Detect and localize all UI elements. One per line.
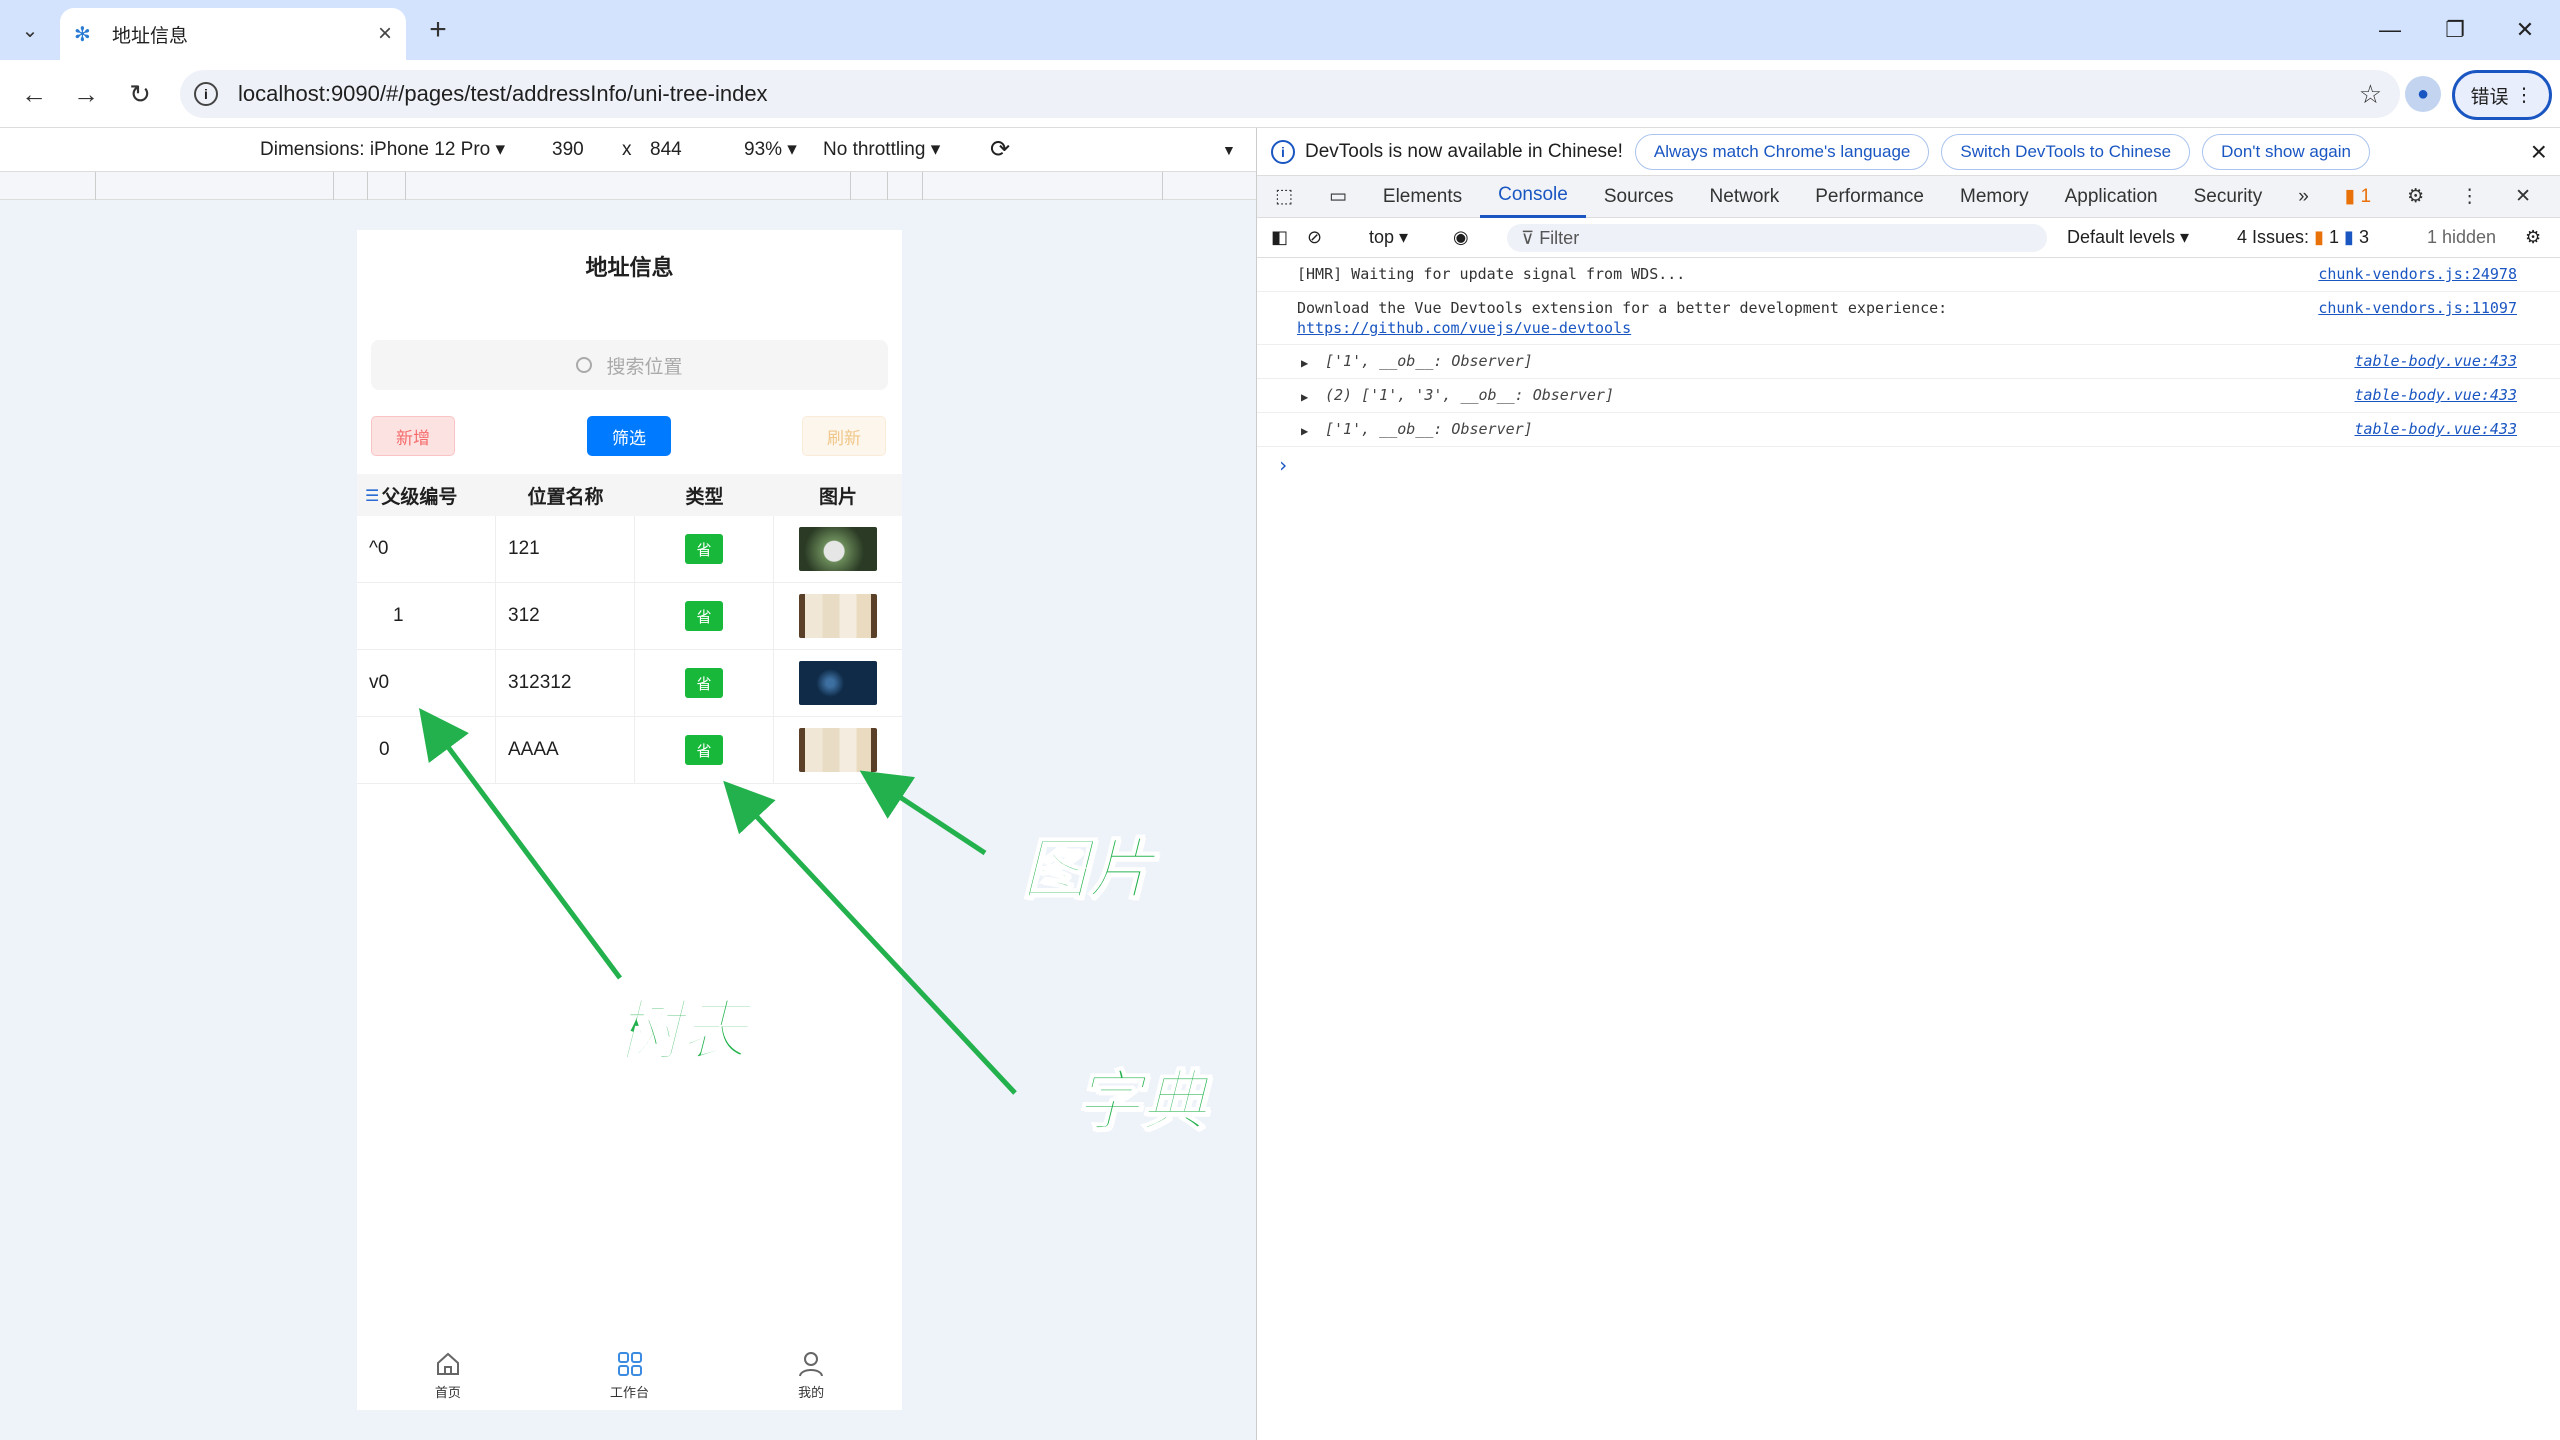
- tab-elements[interactable]: Elements: [1365, 176, 1480, 218]
- sidebar-toggle-icon[interactable]: ◧: [1271, 227, 1288, 248]
- console-prompt[interactable]: ›: [1257, 447, 2560, 477]
- issues-badge[interactable]: ▮ 1: [2327, 176, 2389, 218]
- devtools-panel: i DevTools is now available in Chinese! …: [1256, 128, 2560, 1440]
- arrow-dictionary: [723, 780, 1017, 1095]
- eye-icon[interactable]: ◉: [1453, 227, 1469, 248]
- reload-button[interactable]: ↻: [122, 76, 158, 112]
- settings-icon[interactable]: ⚙: [2389, 176, 2442, 218]
- arrow-image: [859, 770, 987, 856]
- device-toggle-icon[interactable]: ▭: [1311, 176, 1365, 218]
- expand-triangle-icon[interactable]: ▶: [1301, 421, 1308, 441]
- tab-security[interactable]: Security: [2176, 176, 2281, 218]
- vue-devtools-link[interactable]: https://github.com/vuejs/vue-devtools: [1297, 319, 1631, 337]
- minimize-button[interactable]: —: [2360, 10, 2420, 50]
- device-viewport: Dimensions: iPhone 12 Pro ▾ 390 x 844 93…: [0, 128, 1256, 1440]
- chevron-down-icon: ⌄: [21, 19, 39, 42]
- expand-triangle-icon[interactable]: ▶: [1301, 353, 1308, 373]
- issues-link[interactable]: 4 Issues: ▮ 1 ▮ 3: [2237, 227, 2369, 248]
- switch-chinese-button[interactable]: Switch DevTools to Chinese: [1941, 133, 2191, 170]
- filter-input[interactable]: ⊽ Filter: [1507, 224, 2047, 252]
- inspect-icon[interactable]: ⬚: [1257, 176, 1311, 218]
- log-levels-select[interactable]: Default levels ▾: [2067, 227, 2189, 248]
- tab-console[interactable]: Console: [1480, 176, 1586, 218]
- log-text: [HMR] Waiting for update signal from WDS…: [1297, 265, 1686, 283]
- annotation-tree-table: 树表: [614, 992, 748, 1071]
- more-tabs-icon[interactable]: »: [2280, 176, 2327, 218]
- tab-network[interactable]: Network: [1692, 176, 1798, 218]
- error-label: 错误: [2470, 85, 2509, 108]
- console-output: [HMR] Waiting for update signal from WDS…: [1257, 258, 2560, 477]
- log-text: ['1', __ob__: Observer]: [1325, 420, 1533, 438]
- log-text: Download the Vue Devtools extension for …: [1297, 299, 1948, 317]
- clear-console-icon[interactable]: ⊘: [1307, 227, 1322, 248]
- forward-button[interactable]: →: [68, 76, 104, 112]
- dont-show-button[interactable]: Don't show again: [2202, 133, 2370, 170]
- arrow-tree: [419, 707, 623, 980]
- tab-application[interactable]: Application: [2047, 176, 2176, 218]
- browser-tab[interactable]: ✻ 地址信息 ×: [60, 8, 406, 60]
- tab-memory[interactable]: Memory: [1942, 176, 2047, 218]
- issues-warn-count: 1: [2328, 227, 2339, 247]
- filter-placeholder: Filter: [1539, 227, 1580, 248]
- tab-strip: ⌄ ✻ 地址信息 × + — ❐ ✕: [0, 0, 2560, 60]
- console-message[interactable]: ▶ ['1', __ob__: Observer] table-body.vue…: [1257, 345, 2560, 379]
- close-icon[interactable]: ×: [378, 20, 392, 48]
- hidden-count: 1 hidden: [2427, 227, 2497, 247]
- site-info-icon[interactable]: i: [194, 82, 218, 106]
- url-text: localhost:9090/#/pages/test/addressInfo/…: [238, 81, 768, 106]
- log-source-link[interactable]: table-body.vue:433: [2354, 385, 2517, 405]
- tab-sources[interactable]: Sources: [1586, 176, 1692, 218]
- tab-performance[interactable]: Performance: [1797, 176, 1942, 218]
- bookmark-star-icon[interactable]: ☆: [2359, 79, 2382, 110]
- tab-search-button[interactable]: ⌄: [10, 12, 50, 48]
- annotation-dictionary: 字典: [1074, 1062, 1208, 1141]
- devtools-tabs: ⬚ ▭ Elements Console Sources Network Per…: [1257, 176, 2560, 218]
- issues-label: 4 Issues:: [2237, 227, 2310, 247]
- console-message[interactable]: ▶ ['1', __ob__: Observer] table-body.vue…: [1257, 413, 2560, 447]
- info-icon: i: [1271, 139, 1295, 164]
- log-source-link[interactable]: table-body.vue:433: [2354, 419, 2517, 439]
- more-options-icon[interactable]: ⋮: [2442, 176, 2497, 218]
- console-settings-icon[interactable]: ⚙: [2525, 227, 2541, 248]
- tab-title: 地址信息: [112, 24, 189, 47]
- issues-info-count: 3: [2358, 227, 2369, 247]
- banner-text: DevTools is now available in Chinese!: [1305, 140, 1623, 162]
- console-message[interactable]: ▶ (2) ['1', '3', __ob__: Observer] table…: [1257, 379, 2560, 413]
- favicon-icon: ✻: [74, 23, 91, 46]
- issues-badge-count: 1: [2360, 185, 2372, 207]
- log-source-link[interactable]: chunk-vendors.js:24978: [2318, 264, 2517, 284]
- console-message: [HMR] Waiting for update signal from WDS…: [1257, 258, 2560, 292]
- expand-triangle-icon[interactable]: ▶: [1301, 387, 1308, 407]
- error-button[interactable]: 错误 ⋮: [2452, 70, 2552, 120]
- restore-button[interactable]: ❐: [2425, 10, 2485, 50]
- window-close-button[interactable]: ✕: [2495, 10, 2555, 50]
- close-devtools-icon[interactable]: ✕: [2497, 176, 2549, 218]
- close-icon[interactable]: ×: [2531, 136, 2547, 168]
- address-bar[interactable]: i localhost:9090/#/pages/test/addressInf…: [180, 70, 2400, 118]
- annotation-arrows: [419, 707, 1017, 1095]
- match-language-button[interactable]: Always match Chrome's language: [1634, 133, 1930, 170]
- back-button[interactable]: ←: [16, 76, 52, 112]
- log-source-link[interactable]: table-body.vue:433: [2354, 351, 2517, 371]
- profile-icon[interactable]: ●: [2405, 76, 2441, 112]
- log-text: ['1', __ob__: Observer]: [1325, 352, 1533, 370]
- context-select[interactable]: top ▾: [1369, 227, 1408, 248]
- log-source-link[interactable]: chunk-vendors.js:11097: [2318, 298, 2517, 318]
- log-text: (2) ['1', '3', __ob__: Observer]: [1325, 386, 1614, 404]
- browser-toolbar: ← → ↻ i localhost:9090/#/pages/test/addr…: [0, 60, 2560, 128]
- devtools-language-banner: i DevTools is now available in Chinese! …: [1257, 128, 2560, 176]
- console-toolbar: ◧ ⊘ top ▾ ◉ ⊽ Filter Default levels ▾ 4 …: [1257, 218, 2560, 258]
- filter-icon: ⊽: [1521, 227, 1540, 248]
- annotation-image: 图片: [1021, 830, 1155, 909]
- new-tab-button[interactable]: +: [420, 12, 456, 48]
- console-message: Download the Vue Devtools extension for …: [1257, 292, 2560, 345]
